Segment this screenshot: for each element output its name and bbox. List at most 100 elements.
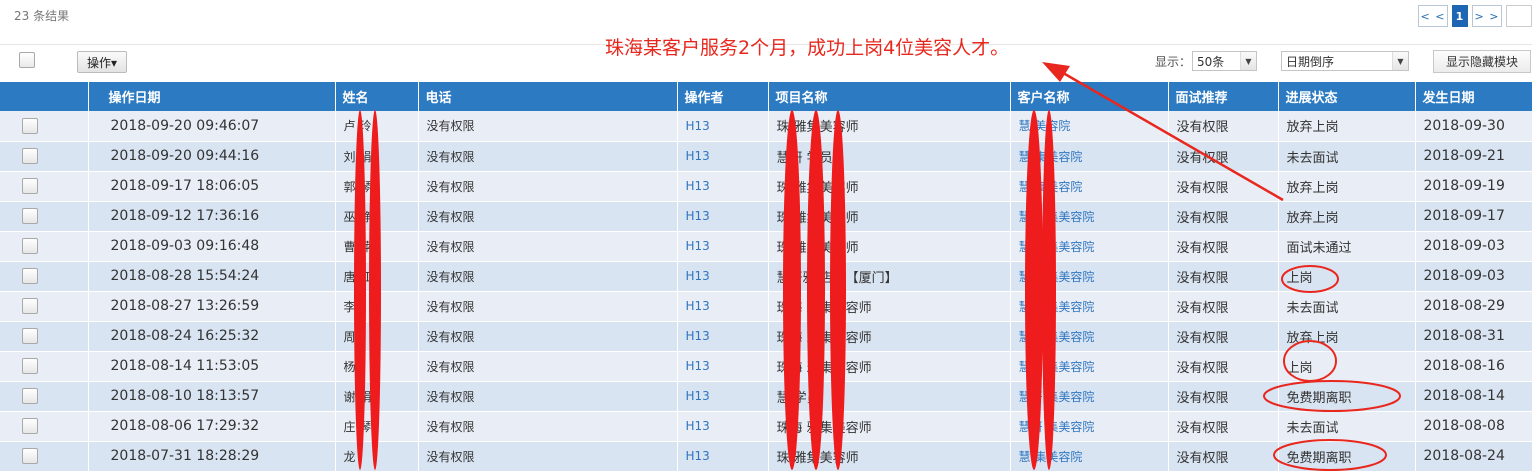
cell-operator[interactable]: H13 bbox=[677, 351, 769, 382]
pager: < < 1 > > bbox=[1418, 5, 1532, 27]
cell-client[interactable]: 慧妍 集美容院 bbox=[1010, 411, 1169, 442]
col-header-operator[interactable]: 操作者 bbox=[677, 82, 769, 111]
cell-project: 珠海 雅集美容师 bbox=[768, 351, 1011, 382]
table-row[interactable]: 2018-09-12 17:36:16 巫 静没有权限 H13 珠 雅集美容师 慧妍 集… bbox=[0, 201, 1532, 232]
table-row[interactable]: 2018-07-31 18:28:29 龙没有权限 H13 珠 雅集美容师慧 集美容院… bbox=[0, 441, 1532, 472]
cell-interview: 没有权限 bbox=[1168, 441, 1279, 472]
current-page-button[interactable]: 1 bbox=[1452, 5, 1468, 27]
cell-operator[interactable]: H13 bbox=[677, 321, 769, 352]
row-checkbox[interactable] bbox=[22, 388, 38, 404]
cell-client[interactable]: 慧妍 集美容院 bbox=[1010, 261, 1169, 292]
cell-name: 周 bbox=[335, 321, 419, 352]
row-checkbox[interactable] bbox=[22, 418, 38, 434]
cell-happen-date: 2018-09-17 bbox=[1415, 201, 1532, 232]
row-checkbox[interactable] bbox=[22, 268, 38, 284]
row-checkbox[interactable] bbox=[22, 358, 38, 374]
cell-operator[interactable]: H13 bbox=[677, 441, 769, 472]
prev-page-button[interactable]: < < bbox=[1418, 5, 1448, 27]
cell-client[interactable]: 慧 集美容院 bbox=[1010, 171, 1169, 202]
col-header-name[interactable]: 姓名 bbox=[335, 82, 419, 111]
cell-client[interactable]: 慧妍 集美容院 bbox=[1010, 351, 1169, 382]
cell-client[interactable]: 慧 美容院 bbox=[1010, 111, 1169, 142]
col-header-op-date[interactable]: 操作日期 bbox=[88, 82, 336, 111]
cell-operator[interactable]: H13 bbox=[677, 231, 769, 262]
operate-dropdown-button[interactable]: 操作▾ bbox=[77, 51, 127, 73]
col-header-client[interactable]: 客户名称 bbox=[1010, 82, 1169, 111]
cell-client[interactable]: 慧妍 集美容院 bbox=[1010, 291, 1169, 322]
sort-select[interactable]: 日期倒序 ▼ bbox=[1281, 51, 1409, 71]
cell-op-date: 2018-09-12 17:36:16 bbox=[88, 201, 336, 232]
cell-status: 放弃上岗 bbox=[1278, 111, 1416, 142]
cell-interview: 没有权限 bbox=[1168, 231, 1279, 262]
cell-happen-date: 2018-09-19 bbox=[1415, 171, 1532, 202]
cell-interview: 没有权限 bbox=[1168, 141, 1279, 172]
cell-operator[interactable]: H13 bbox=[677, 171, 769, 202]
cell-op-date: 2018-08-06 17:29:32 bbox=[88, 411, 336, 442]
cell-project: 慧妍 学员 bbox=[768, 141, 1011, 172]
cell-operator[interactable]: H13 bbox=[677, 141, 769, 172]
row-checkbox[interactable] bbox=[22, 328, 38, 344]
cell-operator[interactable]: H13 bbox=[677, 261, 769, 292]
row-checkbox[interactable] bbox=[22, 148, 38, 164]
row-checkbox-cell bbox=[0, 141, 89, 172]
cell-operator[interactable]: H13 bbox=[677, 111, 769, 142]
select-all-checkbox[interactable] bbox=[19, 52, 35, 68]
cell-client[interactable]: 慧妍 集美容院 bbox=[1010, 201, 1169, 232]
row-checkbox[interactable] bbox=[22, 298, 38, 314]
cell-status: 未去面试 bbox=[1278, 411, 1416, 442]
cell-client[interactable]: 慧妍 集美容院 bbox=[1010, 381, 1169, 412]
header-checkbox-cell bbox=[0, 82, 89, 111]
table-row[interactable]: 2018-08-28 15:54:24 唐 红没有权限 H13 慧妍雅 店长【厦门】慧… bbox=[0, 261, 1532, 292]
cell-project: 珠 雅集美容师 bbox=[768, 111, 1011, 142]
annotation-note: 珠海某客户服务2个月，成功上岗4位美容人才。 bbox=[605, 37, 1010, 59]
table-row[interactable]: 2018-08-24 16:25:32 周没有权限 H13 珠海 雅集美容师 慧妍 集美… bbox=[0, 321, 1532, 352]
col-header-interview[interactable]: 面试推荐 bbox=[1168, 82, 1279, 111]
cell-status: 放弃上岗 bbox=[1278, 171, 1416, 202]
row-checkbox[interactable] bbox=[22, 178, 38, 194]
table-row[interactable]: 2018-08-10 18:13:57 谢 娟没有权限 H13 慧 学员 慧妍 集美容院… bbox=[0, 381, 1532, 412]
col-header-status[interactable]: 进展状态 bbox=[1278, 82, 1416, 111]
col-header-happen-date[interactable]: 发生日期 bbox=[1415, 82, 1532, 111]
cell-operator[interactable]: H13 bbox=[677, 381, 769, 412]
cell-status: 上岗 bbox=[1278, 261, 1416, 292]
cell-name: 郭 琴 bbox=[335, 171, 419, 202]
cell-client[interactable]: 慧 集美容院 bbox=[1010, 441, 1169, 472]
row-checkbox[interactable] bbox=[22, 117, 38, 134]
cell-happen-date: 2018-08-14 bbox=[1415, 381, 1532, 412]
cell-op-date: 2018-08-28 15:54:24 bbox=[88, 261, 336, 292]
cell-client[interactable]: 慧 集美容院 bbox=[1010, 141, 1169, 172]
cell-operator[interactable]: H13 bbox=[677, 411, 769, 442]
cell-status: 免费期离职 bbox=[1278, 381, 1416, 412]
cell-phone: 没有权限 bbox=[418, 171, 678, 202]
cell-project: 珠海 雅集美容师 bbox=[768, 291, 1011, 322]
table-row[interactable]: 2018-09-20 09:46:07 卢 玲没有权限 H13 珠 雅集美容师慧 美容… bbox=[0, 111, 1532, 142]
cell-client[interactable]: 慧妍 集美容院 bbox=[1010, 321, 1169, 352]
cell-happen-date: 2018-09-30 bbox=[1415, 111, 1532, 142]
row-checkbox[interactable] bbox=[22, 238, 38, 254]
cell-client[interactable]: 慧妍 集美容院 bbox=[1010, 231, 1169, 262]
cell-name: 庄 琴 bbox=[335, 411, 419, 442]
cell-happen-date: 2018-08-08 bbox=[1415, 411, 1532, 442]
table-row[interactable]: 2018-09-17 18:06:05 郭 琴没有权限 H13 珠 雅集美容师慧 集美… bbox=[0, 171, 1532, 202]
cell-operator[interactable]: H13 bbox=[677, 291, 769, 322]
row-checkbox[interactable] bbox=[22, 448, 38, 464]
toggle-modules-button[interactable]: 显示隐藏模块 bbox=[1433, 50, 1531, 73]
cell-project: 珠 雅集美容师 bbox=[768, 231, 1011, 262]
table-row[interactable]: 2018-08-27 13:26:59 李没有权限 H13 珠海 雅集美容师 慧妍 集美… bbox=[0, 291, 1532, 322]
next-page-button[interactable]: > > bbox=[1472, 5, 1502, 27]
cell-operator[interactable]: H13 bbox=[677, 201, 769, 232]
row-checkbox[interactable] bbox=[22, 208, 38, 224]
table-row[interactable]: 2018-09-20 09:44:16 刘 娟没有权限 H13 慧妍 学员慧 集美容院… bbox=[0, 141, 1532, 172]
page-size-select[interactable]: 50条 ▼ bbox=[1192, 51, 1257, 71]
cell-op-date: 2018-09-17 18:06:05 bbox=[88, 171, 336, 202]
table-row[interactable]: 2018-08-14 11:53:05 杨没有权限 H13 珠海 雅集美容师 慧妍 集美… bbox=[0, 351, 1532, 382]
table-row[interactable]: 2018-09-03 09:16:48 曹 萍没有权限 H13 珠 雅集美容师 慧妍 集… bbox=[0, 231, 1532, 262]
cell-name: 李 bbox=[335, 291, 419, 322]
cell-status: 面试未通过 bbox=[1278, 231, 1416, 262]
page-jump-input[interactable] bbox=[1506, 5, 1532, 27]
col-header-project[interactable]: 项目名称 bbox=[768, 82, 1011, 111]
col-header-phone[interactable]: 电话 bbox=[418, 82, 678, 111]
cell-op-date: 2018-09-03 09:16:48 bbox=[88, 231, 336, 262]
cell-project: 珠海 雅集美容师 bbox=[768, 411, 1011, 442]
table-row[interactable]: 2018-08-06 17:29:32 庄 琴没有权限 H13 珠海 雅集美容师 慧妍 … bbox=[0, 411, 1532, 442]
